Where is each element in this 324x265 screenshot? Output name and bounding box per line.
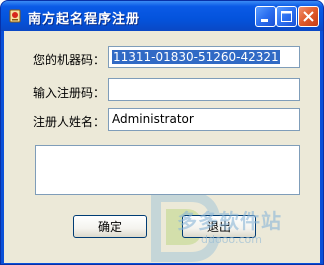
minimize-button[interactable] <box>255 6 276 27</box>
maximize-button[interactable] <box>276 6 297 27</box>
ok-button[interactable]: 确定 <box>73 215 147 238</box>
watermark-url: ddooo.com <box>201 233 262 246</box>
reg-code-label: 输入注册码： <box>33 86 106 100</box>
user-name-label: 注册人姓名： <box>33 115 106 129</box>
machine-code-field[interactable]: 11311-01830-51260-42321 <box>108 46 300 68</box>
user-name-input[interactable]: Administrator <box>108 108 300 131</box>
watermark-text: 多多软件站 <box>177 209 282 233</box>
info-textarea[interactable] <box>35 145 300 195</box>
close-button[interactable] <box>298 6 319 27</box>
machine-code-value: 11311-01830-51260-42321 <box>112 50 280 64</box>
machine-code-label: 您的机器码： <box>33 53 106 67</box>
reg-code-input[interactable] <box>108 78 300 101</box>
minimize-icon <box>261 19 268 22</box>
close-icon <box>303 11 314 22</box>
window-title: 南方起名程序注册 <box>28 12 141 27</box>
registration-window: 南方起名程序注册 您的机器码： 11311-01830-51260-42321 <box>0 0 324 265</box>
app-icon[interactable] <box>7 8 23 24</box>
maximize-icon <box>281 11 292 22</box>
title-bar[interactable]: 南方起名程序注册 <box>1 1 323 31</box>
